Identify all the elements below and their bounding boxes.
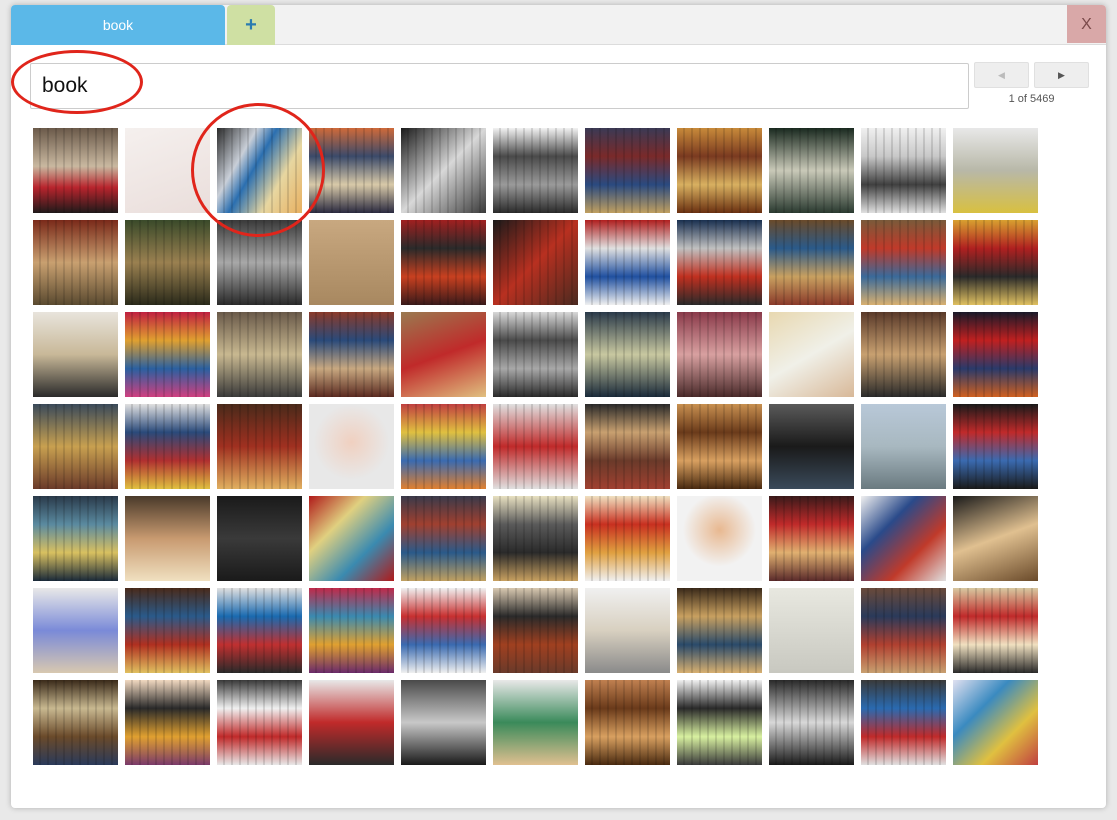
next-page-button[interactable]: ▶	[1034, 62, 1089, 88]
thumbnail-image[interactable]	[677, 680, 762, 765]
thumbnail-image[interactable]	[585, 588, 670, 673]
thumbnail-image[interactable]	[861, 588, 946, 673]
thumbnail-image[interactable]	[861, 680, 946, 765]
thumbnail-image[interactable]	[33, 588, 118, 673]
thumbnail-image[interactable]	[953, 496, 1038, 581]
annotation-circle-thumbnail	[191, 103, 325, 237]
thumbnail-image[interactable]	[953, 404, 1038, 489]
thumbnail-image[interactable]	[33, 680, 118, 765]
thumbnail-image[interactable]	[861, 404, 946, 489]
thumbnail-image[interactable]	[769, 496, 854, 581]
thumbnail-image[interactable]	[33, 312, 118, 397]
thumbnail-image[interactable]	[493, 588, 578, 673]
thumbnail-image[interactable]	[861, 496, 946, 581]
thumbnail-image[interactable]	[309, 588, 394, 673]
thumbnail-image[interactable]	[493, 312, 578, 397]
thumbnail-image[interactable]	[217, 312, 302, 397]
thumbnail-image[interactable]	[677, 404, 762, 489]
thumbnail-image[interactable]	[401, 680, 486, 765]
thumbnail-image[interactable]	[309, 220, 394, 305]
thumbnail-image[interactable]	[217, 588, 302, 673]
thumbnail-image[interactable]	[401, 128, 486, 213]
thumbnail-image[interactable]	[125, 312, 210, 397]
thumbnail-image[interactable]	[217, 496, 302, 581]
thumbnail-image[interactable]	[769, 220, 854, 305]
thumbnail-image[interactable]	[217, 680, 302, 765]
thumbnail-image[interactable]	[769, 312, 854, 397]
thumbnail-image[interactable]	[953, 312, 1038, 397]
thumbnail-image[interactable]	[217, 404, 302, 489]
add-tab-button[interactable]: +	[227, 5, 275, 45]
thumbnail-image[interactable]	[125, 588, 210, 673]
thumbnail-image[interactable]	[677, 220, 762, 305]
thumbnail-image[interactable]	[677, 588, 762, 673]
thumbnail-image[interactable]	[125, 404, 210, 489]
thumbnail-image[interactable]	[33, 404, 118, 489]
thumbnail-image[interactable]	[769, 404, 854, 489]
thumbnail-image[interactable]	[585, 220, 670, 305]
image-search-window: book + X ◀ ▶ 1 of 5469	[11, 5, 1106, 808]
thumbnail-image[interactable]	[769, 128, 854, 213]
thumbnail-image[interactable]	[33, 496, 118, 581]
thumbnail-image[interactable]	[585, 496, 670, 581]
thumbnail-image[interactable]	[861, 128, 946, 213]
annotation-circle-search	[11, 50, 143, 114]
prev-page-button[interactable]: ◀	[974, 62, 1029, 88]
close-button[interactable]: X	[1067, 5, 1106, 43]
thumbnail-image[interactable]	[769, 588, 854, 673]
thumbnail-image[interactable]	[493, 496, 578, 581]
thumbnail-image[interactable]	[401, 220, 486, 305]
thumbnail-image[interactable]	[953, 680, 1038, 765]
search-input[interactable]	[30, 63, 969, 109]
thumbnail-image[interactable]	[33, 128, 118, 213]
thumbnail-image[interactable]	[401, 496, 486, 581]
thumbnail-image[interactable]	[309, 312, 394, 397]
thumbnail-image[interactable]	[953, 220, 1038, 305]
thumbnail-image[interactable]	[585, 404, 670, 489]
thumbnail-image[interactable]	[677, 496, 762, 581]
thumbnail-image[interactable]	[493, 680, 578, 765]
thumbnail-image[interactable]	[125, 496, 210, 581]
thumbnail-image[interactable]	[585, 680, 670, 765]
thumbnail-image[interactable]	[953, 128, 1038, 213]
thumbnail-image[interactable]	[309, 404, 394, 489]
thumbnail-image[interactable]	[769, 680, 854, 765]
thumbnail-image[interactable]	[401, 588, 486, 673]
thumbnail-image[interactable]	[953, 588, 1038, 673]
thumbnail-grid	[33, 128, 1038, 765]
thumbnail-image[interactable]	[125, 680, 210, 765]
thumbnail-image[interactable]	[677, 128, 762, 213]
thumbnail-image[interactable]	[309, 496, 394, 581]
tab-book[interactable]: book	[11, 5, 225, 45]
thumbnail-image[interactable]	[401, 404, 486, 489]
page-counter: 1 of 5469	[1008, 93, 1055, 105]
tab-bar: book + X	[11, 5, 1106, 45]
thumbnail-image[interactable]	[33, 220, 118, 305]
thumbnail-image[interactable]	[585, 128, 670, 213]
thumbnail-image[interactable]	[493, 404, 578, 489]
thumbnail-image[interactable]	[493, 220, 578, 305]
thumbnail-image[interactable]	[861, 312, 946, 397]
thumbnail-image[interactable]	[309, 680, 394, 765]
thumbnail-image[interactable]	[125, 220, 210, 305]
thumbnail-image[interactable]	[401, 312, 486, 397]
thumbnail-image[interactable]	[585, 312, 670, 397]
thumbnail-image[interactable]	[493, 128, 578, 213]
thumbnail-image[interactable]	[861, 220, 946, 305]
thumbnail-image[interactable]	[677, 312, 762, 397]
